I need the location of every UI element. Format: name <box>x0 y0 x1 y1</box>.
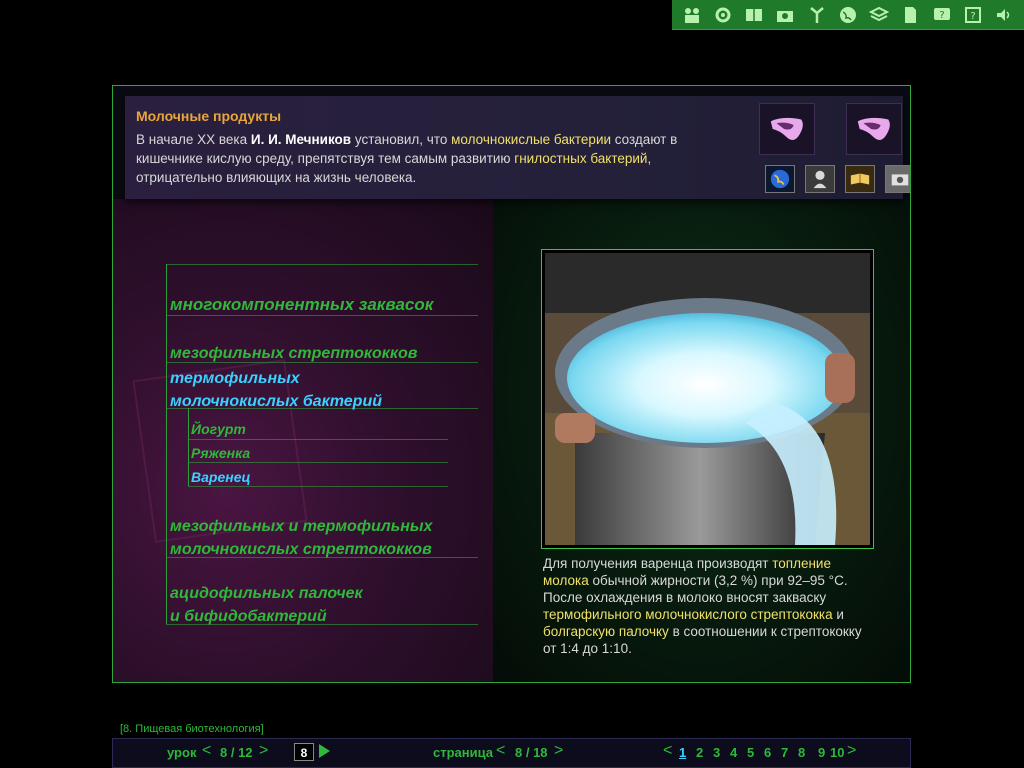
subpage-link-9[interactable]: 9 <box>818 745 825 760</box>
top-toolbar: ? ? <box>672 0 1024 30</box>
left-panel: многокомпонентных заквасок мезофильных с… <box>113 199 493 682</box>
tree-subitem-ryazhenka[interactable]: Ряженка <box>191 445 250 461</box>
caption-text-part: обычной жирности (3,2 %) при 92–95 °C. П… <box>543 573 848 605</box>
purple-shape-icon <box>857 117 890 141</box>
tree-item-mesophilic-streptococci[interactable]: мезофильных стрептококков <box>170 342 417 365</box>
subpage-link-5[interactable]: 5 <box>747 745 754 760</box>
question-bubble-icon[interactable]: ? <box>931 4 953 26</box>
media-button-2[interactable] <box>846 103 902 155</box>
subpage-link-7[interactable]: 7 <box>781 745 788 760</box>
subpage-link-8[interactable]: 8 <box>798 745 805 760</box>
svg-text:?: ? <box>970 11 975 22</box>
people-icon[interactable] <box>681 4 703 26</box>
subpage-prev-button[interactable]: < <box>663 742 672 760</box>
layers-icon[interactable] <box>868 4 890 26</box>
bottom-nav-bar: урок < 8 / 12 > 8 страница < 8 / 18 > < … <box>112 738 911 768</box>
page-jump-input[interactable]: 8 <box>294 743 314 761</box>
page-counter: 8 / 18 <box>515 745 548 760</box>
tree-item-meso-thermophilic[interactable]: мезофильных и термофильных молочнокислых… <box>170 515 432 561</box>
subpage-next-button[interactable]: > <box>847 742 856 760</box>
globe-button[interactable] <box>765 165 795 193</box>
page-title: Молочные продукты <box>136 108 282 124</box>
tree-item-acidophilic[interactable]: ацидофильных палочек и бифидобактерий <box>170 582 363 628</box>
tree-line <box>188 439 448 440</box>
putrefactive-bacteria-link[interactable]: гнилостных бактерий <box>514 151 647 166</box>
media-button-1[interactable] <box>759 103 815 155</box>
tree-item-label: ацидофильных палочек <box>170 585 363 602</box>
tree-item-thermophilic[interactable]: термофильных молочнокислых бактерий <box>170 367 382 413</box>
help-icon[interactable]: ? <box>962 4 984 26</box>
intro-text: В начале XX века И. И. Мечников установи… <box>136 130 736 187</box>
caption-text-part: и <box>832 607 844 622</box>
caption-text-part: Для получения варенца производят <box>543 556 773 571</box>
tree-line <box>166 264 478 265</box>
lesson-prev-button[interactable]: < <box>202 742 211 760</box>
bust-icon <box>813 170 827 189</box>
open-book-icon <box>850 173 870 185</box>
bulgarian-bacillus-link[interactable]: болгарскую палочку <box>543 624 669 639</box>
tree-subitem-yogurt[interactable]: Йогурт <box>191 421 246 437</box>
tree-item-label: термофильных <box>170 370 300 387</box>
tree-branch-line <box>188 408 189 486</box>
tree-trunk-line <box>166 264 167 624</box>
thermophilic-streptococcus-link[interactable]: термофильного молочнокислого стрептококк… <box>543 607 833 622</box>
lactic-bacteria-link[interactable]: молочнокислые бактерии <box>451 132 611 147</box>
tree-subitem-varenets[interactable]: Варенец <box>191 469 251 485</box>
camera-icon <box>891 174 909 186</box>
intro-text-part: В начале XX века <box>136 132 251 147</box>
book-button[interactable] <box>845 165 875 193</box>
page-next-button[interactable]: > <box>554 742 563 760</box>
book-icon[interactable] <box>743 4 765 26</box>
lesson-label: урок <box>167 745 197 760</box>
bust-button[interactable] <box>805 165 835 193</box>
page-prev-button[interactable]: < <box>496 742 505 760</box>
intro-text-part: установил, что <box>351 132 452 147</box>
subpage-link-3[interactable]: 3 <box>713 745 720 760</box>
photo-caption: Для получения варенца производят топлени… <box>543 555 873 657</box>
globe-icon <box>770 169 790 189</box>
tree-item-label: молочнокислых стрептококков <box>170 541 432 558</box>
svg-text:?: ? <box>939 10 944 21</box>
milk-pot-image <box>545 253 870 545</box>
page-jump-go-button[interactable] <box>319 744 330 758</box>
scientist-name: И. И. Мечников <box>250 132 352 147</box>
purple-shape-icon <box>770 117 803 141</box>
sound-icon[interactable] <box>993 4 1015 26</box>
tree-item-label: мезофильных и термофильных <box>170 518 433 535</box>
antenna-icon[interactable] <box>806 4 828 26</box>
lesson-counter: 8 / 12 <box>220 745 253 760</box>
tree-line <box>188 486 448 487</box>
milk-photo <box>541 249 874 549</box>
document-icon[interactable] <box>899 4 921 26</box>
globe-icon[interactable] <box>837 4 859 26</box>
content-frame: многокомпонентных заквасок мезофильных с… <box>112 85 911 683</box>
tree-item-label: молочнокислых бактерий <box>170 393 382 410</box>
camera-icon[interactable] <box>774 4 796 26</box>
subpage-link-10[interactable]: 10 <box>830 745 844 760</box>
subpage-link-2[interactable]: 2 <box>696 745 703 760</box>
tree-item-label: и бифидобактерий <box>170 608 327 625</box>
tree-line <box>188 462 448 463</box>
header-panel: Молочные продукты В начале XX века И. И.… <box>125 96 910 199</box>
photo-button[interactable] <box>885 165 910 193</box>
lesson-next-button[interactable]: > <box>259 742 268 760</box>
breadcrumb[interactable]: [8. Пищевая биотехнология] <box>120 723 264 735</box>
gear-icon[interactable] <box>712 4 734 26</box>
page-label: страница <box>433 745 493 760</box>
subpage-link-1[interactable]: 1 <box>679 745 686 760</box>
tree-item-multicomponent[interactable]: многокомпонентных заквасок <box>170 293 433 316</box>
subpage-link-6[interactable]: 6 <box>764 745 771 760</box>
subpage-link-4[interactable]: 4 <box>730 745 737 760</box>
